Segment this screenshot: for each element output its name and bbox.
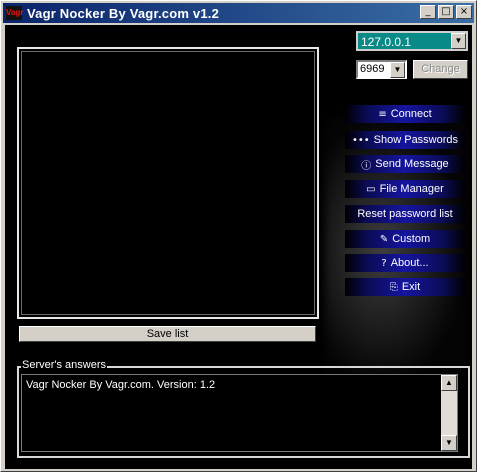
folder-icon: ▭ — [366, 183, 376, 195]
scroll-up-icon[interactable]: ▲ — [441, 375, 457, 391]
custom-button[interactable]: ✎ Custom — [345, 230, 465, 248]
server-answer-text: Vagr Nocker By Vagr.com. Version: 1.2 — [26, 379, 216, 391]
client-area: Save list 127.0.0.1 ▼ 6969 ▼ Change ≡ Co… — [5, 25, 472, 469]
exit-button[interactable]: ⎘ Exit — [345, 278, 465, 296]
app-window: Vagr Vagr Nocker By Vagr.com v1.2 _ □ × … — [0, 0, 477, 472]
ip-address-value: 127.0.0.1 — [361, 35, 412, 49]
connect-icon: ≡ — [378, 108, 387, 120]
save-list-button[interactable]: Save list — [19, 326, 316, 342]
custom-label: Custom — [392, 233, 431, 245]
show-passwords-label: Show Passwords — [373, 134, 459, 146]
file-manager-button[interactable]: ▭ File Manager — [345, 180, 465, 198]
minimize-button[interactable]: _ — [420, 5, 436, 19]
about-button[interactable]: ? About... — [345, 254, 465, 272]
maximize-button[interactable]: □ — [438, 5, 454, 19]
show-passwords-button[interactable]: ••• Show Passwords — [345, 131, 465, 149]
exit-label: Exit — [401, 281, 421, 293]
file-manager-label: File Manager — [379, 183, 444, 195]
reset-password-list-label: Reset password list — [357, 208, 453, 220]
exit-door-icon: ⎘ — [389, 281, 398, 293]
port-dropdown-icon[interactable]: ▼ — [390, 62, 405, 78]
send-message-label: Send Message — [375, 158, 449, 170]
close-button[interactable]: × — [456, 5, 472, 19]
window-title: Vagr Nocker By Vagr.com v1.2 — [27, 5, 220, 21]
question-icon: ? — [381, 257, 387, 269]
connect-label: Connect — [390, 108, 432, 120]
password-dots-icon: ••• — [351, 134, 370, 146]
port-combo[interactable]: 6969 ▼ — [356, 60, 407, 79]
pencil-icon: ✎ — [379, 233, 389, 245]
change-button[interactable]: Change — [413, 60, 468, 79]
vertical-scrollbar[interactable]: ▲ ▼ — [441, 375, 457, 451]
info-icon: ⓘ — [361, 160, 372, 172]
about-label: About... — [390, 257, 429, 269]
server-list[interactable] — [17, 47, 319, 319]
connect-button[interactable]: ≡ Connect — [345, 105, 465, 123]
server-answers-label: Server's answers — [21, 359, 108, 371]
server-answers-log[interactable]: Vagr Nocker By Vagr.com. Version: 1.2 ▲ … — [21, 374, 458, 452]
ip-address-combo[interactable]: 127.0.0.1 ▼ — [356, 31, 468, 51]
ip-dropdown-icon[interactable]: ▼ — [451, 33, 466, 49]
port-value: 6969 — [360, 63, 385, 75]
send-message-button[interactable]: ⓘ Send Message — [345, 155, 465, 173]
app-icon: Vagr — [6, 6, 23, 20]
title-bar[interactable]: Vagr Vagr Nocker By Vagr.com v1.2 _ □ × — [3, 3, 474, 23]
reset-password-list-button[interactable]: Reset password list — [345, 205, 465, 223]
scroll-down-icon[interactable]: ▼ — [441, 435, 457, 451]
